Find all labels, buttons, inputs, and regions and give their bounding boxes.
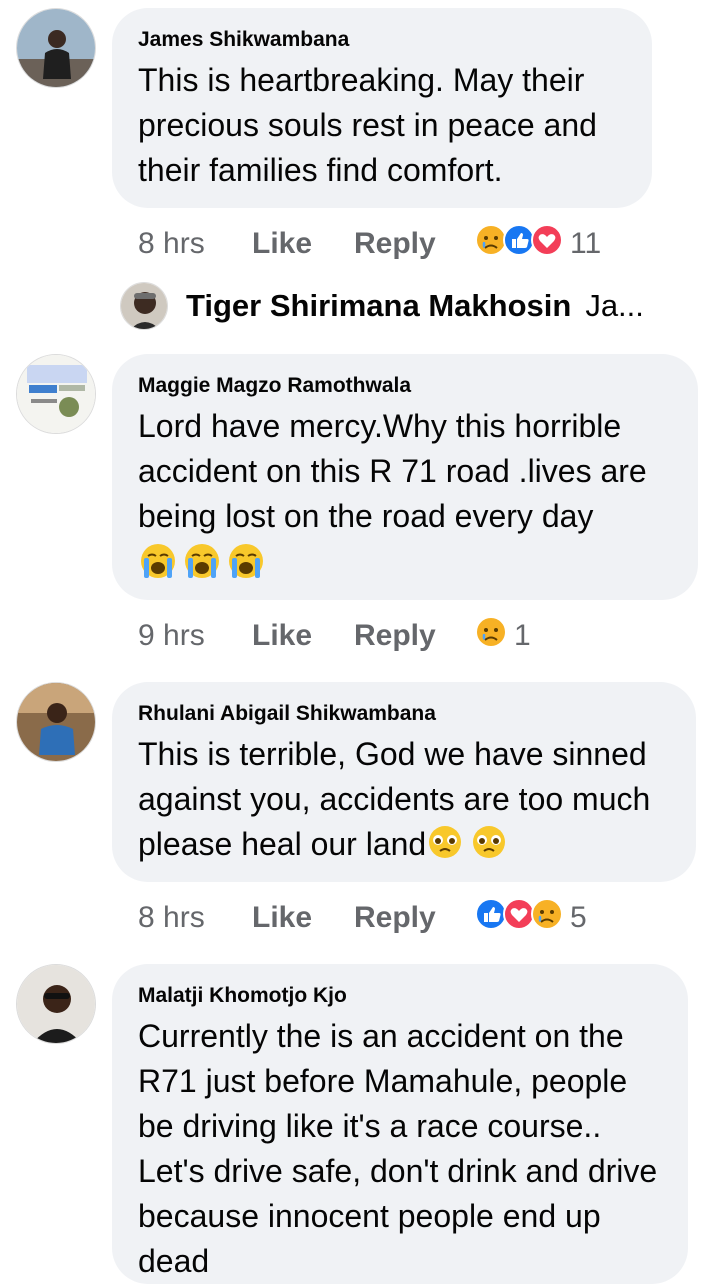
like-button[interactable]: Like (252, 227, 354, 261)
comment-author[interactable]: Maggie Magzo Ramothwala (138, 372, 672, 400)
reply-button[interactable]: Reply (354, 619, 456, 653)
reply-preview[interactable]: Tiger Shirimana Makhosin Ja... (120, 282, 644, 330)
comment-author[interactable]: Malatji Khomotjo Kjo (138, 982, 662, 1010)
comment-text: This is terrible, God we have sinned aga… (138, 736, 651, 862)
comment-emojis (138, 541, 672, 586)
like-button[interactable]: Like (252, 901, 354, 935)
reply-snippet: Ja... (585, 288, 644, 323)
crying-face-icon (182, 541, 222, 586)
avatar-malatji[interactable] (16, 964, 96, 1044)
comment-text: This is heartbreaking. May their preciou… (138, 62, 597, 188)
comment-text: Lord have mercy.Why this horrible accide… (138, 408, 647, 534)
comment-time[interactable]: 9 hrs (138, 619, 252, 653)
avatar-tiger[interactable] (120, 282, 168, 330)
comment-bubble: Malatji Khomotjo Kjo Currently the is an… (112, 964, 688, 1284)
comment-time[interactable]: 8 hrs (138, 901, 252, 935)
reaction-summary[interactable] (474, 615, 508, 657)
comment-author[interactable]: James Shikwambana (138, 26, 626, 54)
sad-reaction-icon (474, 615, 508, 657)
avatar-maggie[interactable] (16, 354, 96, 434)
crying-face-icon (226, 541, 266, 586)
comment-time[interactable]: 8 hrs (138, 227, 252, 261)
avatar-rhulani[interactable] (16, 682, 96, 762)
reaction-summary[interactable] (474, 223, 564, 265)
comment-text: Currently the is an accident on the R71 … (138, 1018, 658, 1279)
reaction-count[interactable]: 11 (570, 227, 601, 261)
pleading-face-icon (470, 823, 508, 873)
comment-actions: 8 hrs Like Reply 11 (138, 224, 601, 264)
comment-bubble: Rhulani Abigail Shikwambana This is terr… (112, 682, 696, 882)
pleading-face-icon (426, 823, 464, 873)
love-reaction-icon (530, 223, 564, 265)
comment-actions: 9 hrs Like Reply 1 (138, 616, 531, 656)
reaction-count[interactable]: 1 (514, 619, 531, 653)
reply-button[interactable]: Reply (354, 901, 456, 935)
comment-bubble: James Shikwambana This is heartbreaking.… (112, 8, 652, 208)
comment-bubble: Maggie Magzo Ramothwala Lord have mercy.… (112, 354, 698, 600)
reaction-count[interactable]: 5 (570, 901, 587, 935)
like-button[interactable]: Like (252, 619, 354, 653)
avatar-james[interactable] (16, 8, 96, 88)
comment-actions: 8 hrs Like Reply 5 (138, 898, 587, 938)
crying-face-icon (138, 541, 178, 586)
reaction-summary[interactable] (474, 897, 564, 939)
comment-author[interactable]: Rhulani Abigail Shikwambana (138, 700, 670, 728)
sad-reaction-icon (530, 897, 564, 939)
reply-author[interactable]: Tiger Shirimana Makhosin (186, 288, 571, 324)
reply-button[interactable]: Reply (354, 227, 456, 261)
comment-text-wrap: This is terrible, God we have sinned aga… (138, 732, 670, 873)
